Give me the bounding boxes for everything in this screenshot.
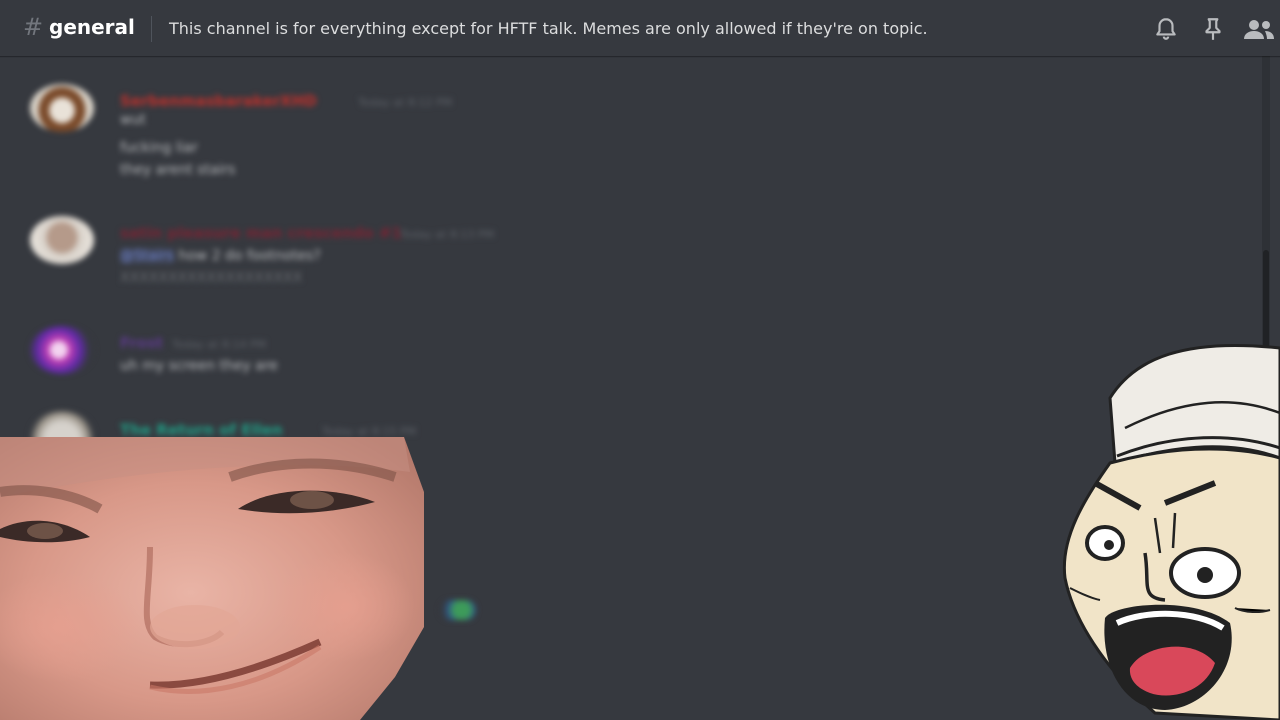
message-text-content: how 2 do footnotes?	[178, 248, 321, 264]
message-text: uh my screen they are	[120, 358, 278, 374]
header-divider	[151, 16, 152, 42]
channel-topic[interactable]: This channel is for everything except fo…	[169, 19, 928, 38]
members-icon[interactable]	[1242, 16, 1276, 42]
message-text: they arent stairs	[120, 162, 236, 178]
message-author[interactable]: SerbenmasbarakerXHD	[120, 92, 317, 110]
smug-face-photo	[0, 437, 424, 720]
message-text: @Stairs how 2 do footnotes?	[120, 248, 321, 264]
channel-header: # general This channel is for everything…	[0, 0, 1280, 56]
avatar[interactable]	[30, 326, 94, 374]
message-timestamp: Today at 8:14 PM	[172, 338, 267, 351]
message-timestamp: Today at 8:13 PM	[400, 228, 495, 241]
discord-window: # general This channel is for everything…	[0, 0, 1280, 720]
bell-icon[interactable]	[1153, 16, 1179, 42]
avatar[interactable]	[30, 84, 94, 132]
message-author[interactable]: satin pleasure man crescendo #1	[120, 224, 402, 242]
message-text: XXXXXXXXXXXXXXXXXXX	[120, 270, 303, 286]
channel-hash-icon: #	[23, 13, 44, 41]
user-mention[interactable]: @Stairs	[120, 248, 174, 264]
channel-name[interactable]: general	[49, 15, 135, 39]
message-text: fucking liar	[120, 140, 198, 156]
message-text: wut	[120, 112, 146, 128]
message-author[interactable]: Frost	[120, 334, 163, 352]
avatar[interactable]	[30, 216, 94, 264]
reaction-emoji[interactable]	[440, 600, 476, 620]
message-timestamp: Today at 8:12 PM	[358, 96, 453, 109]
shocked-cartoon-man	[1055, 338, 1280, 720]
pin-icon[interactable]	[1200, 16, 1226, 42]
